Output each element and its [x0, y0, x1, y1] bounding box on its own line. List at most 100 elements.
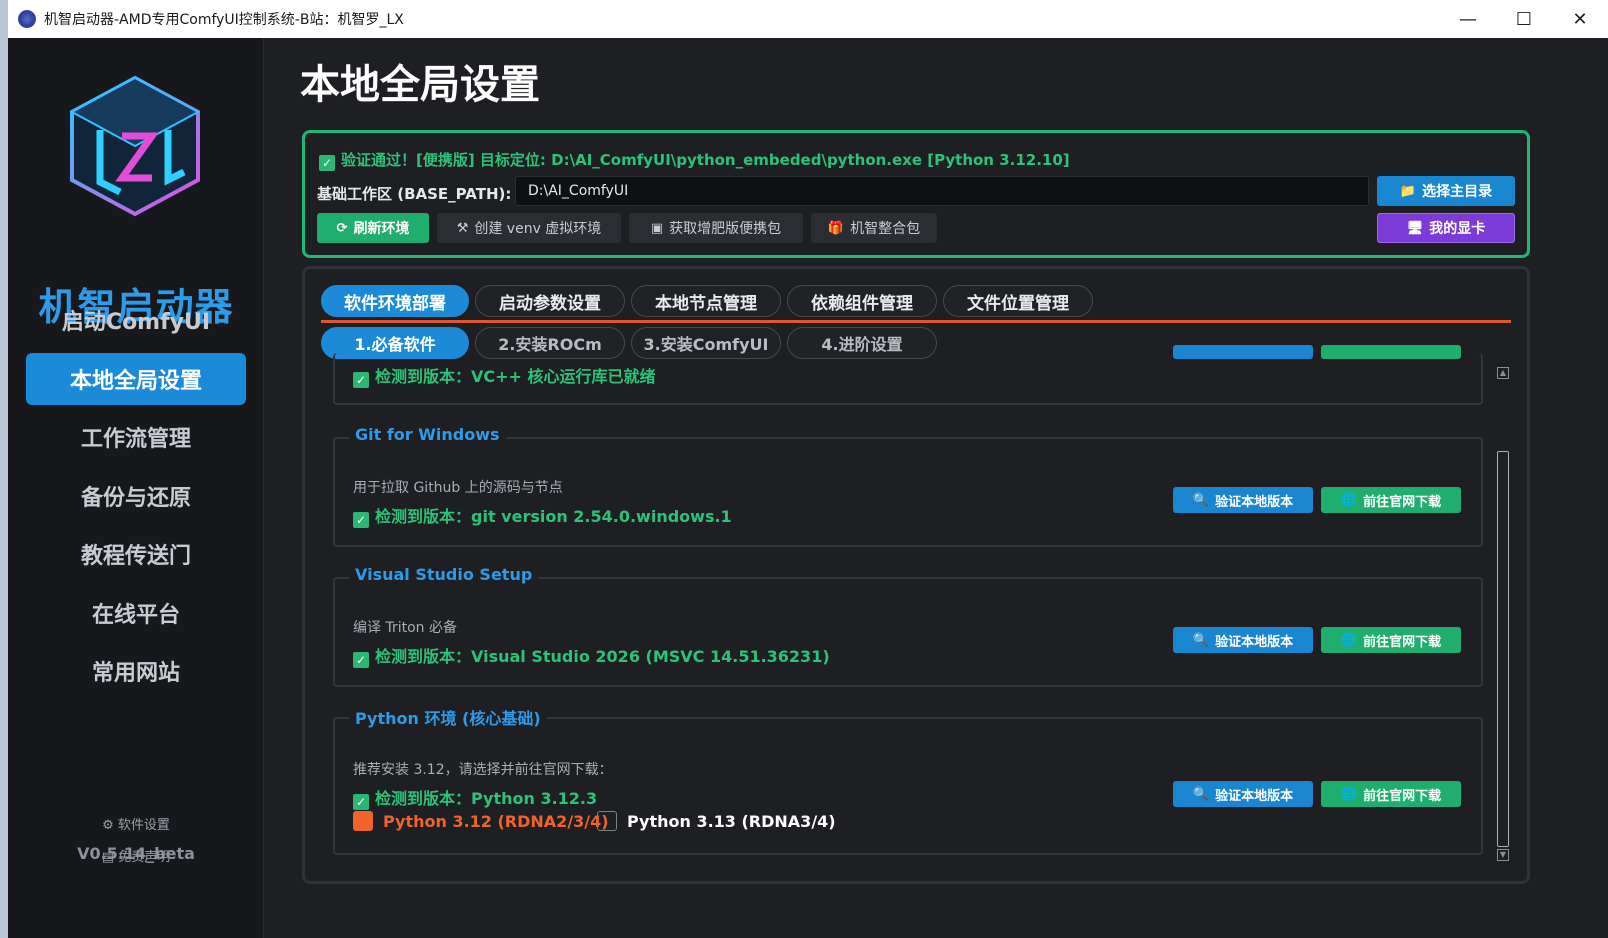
app-version: V0.5.14_beta — [77, 844, 195, 863]
vcpp-group: ✓ 检测到版本：VC++ 核心运行库已就绪 — [333, 345, 1483, 405]
close-button[interactable]: ✕ — [1552, 0, 1608, 38]
tab-underline — [321, 320, 1511, 323]
git-verify-label: 验证本地版本 — [1215, 494, 1294, 510]
get-portable-package-label: 获取增肥版便携包 — [669, 221, 782, 237]
software-settings-link[interactable]: ⚙ 软件设置 — [8, 814, 264, 833]
tab-file-location-management[interactable]: 文件位置管理 — [943, 285, 1093, 317]
scroll-down-icon[interactable]: ▼ — [1497, 849, 1509, 861]
vs-download-label: 前往官网下载 — [1363, 634, 1442, 650]
window-title: 机智启动器-AMD专用ComfyUI控制系统-B站：机智罗_LX — [44, 12, 404, 28]
git-verify-button[interactable]: 🔍 验证本地版本 — [1173, 487, 1313, 513]
folder-icon: 📁 — [1399, 183, 1417, 199]
base-path-input[interactable]: D:\AI_ComfyUI — [515, 176, 1369, 206]
vs-group: Visual Studio Setup 编译 Triton 必备 ✓ 检测到版本：… — [333, 565, 1483, 687]
check-icon: ✓ — [353, 794, 369, 810]
python-312-option[interactable]: Python 3.12 (RDNA2/3/4) — [353, 811, 609, 831]
scroll-up-icon[interactable]: ▲ — [1497, 367, 1509, 379]
git-description: 用于拉取 Github 上的源码与节点 — [353, 480, 563, 496]
base-path-label: 基础工作区 (BASE_PATH): — [317, 185, 512, 203]
tab-launch-parameters[interactable]: 启动参数设置 — [475, 285, 625, 317]
python-verify-label: 验证本地版本 — [1215, 788, 1294, 804]
python-313-checkbox[interactable] — [597, 811, 617, 831]
maximize-button[interactable]: ☐ — [1496, 0, 1552, 38]
verify-status-text: 验证通过！[便携版] 目标定位: D:\AI_ComfyUI\python_em… — [341, 151, 1070, 169]
git-download-button[interactable]: 🌐 前往官网下载 — [1321, 487, 1461, 513]
git-download-label: 前往官网下载 — [1363, 494, 1442, 510]
git-group: Git for Windows 用于拉取 Github 上的源码与节点 ✓ 检测到… — [333, 425, 1483, 547]
python-313-option[interactable]: Python 3.13 (RDNA3/4) — [597, 811, 836, 831]
vs-verify-label: 验证本地版本 — [1215, 634, 1294, 650]
check-icon: ✓ — [319, 155, 335, 171]
package-icon: ▣ — [650, 220, 664, 236]
tools-icon: ⚒ — [456, 220, 469, 236]
nav-common-websites[interactable]: 常用网站 — [26, 645, 246, 697]
nav-tutorial-portal[interactable]: 教程传送门 — [26, 528, 246, 580]
integration-package-label: 机智整合包 — [850, 221, 921, 237]
vcpp-download-button[interactable] — [1321, 345, 1461, 359]
python-312-label: Python 3.12 (RDNA2/3/4) — [383, 812, 609, 831]
python-312-checkbox[interactable] — [353, 811, 373, 831]
settings-panel: 软件环境部署 启动参数设置 本地节点管理 依赖组件管理 文件位置管理 1.必备软… — [302, 266, 1530, 884]
python-group: Python 环境 (核心基础) 推荐安装 3.12，请选择并前往官网下载： ✓… — [333, 705, 1483, 855]
tab-dependency-management[interactable]: 依赖组件管理 — [787, 285, 937, 317]
check-icon: ✓ — [353, 512, 369, 528]
nav-backup-restore[interactable]: 备份与还原 — [26, 470, 246, 522]
vs-group-title: Visual Studio Setup — [349, 565, 539, 584]
verify-status: ✓ 验证通过！[便携版] 目标定位: D:\AI_ComfyUI\python_e… — [319, 149, 1070, 171]
nav-local-global-settings[interactable]: 本地全局设置 — [26, 353, 246, 405]
check-icon: ✓ — [353, 652, 369, 668]
vs-description: 编译 Triton 必备 — [353, 620, 457, 636]
app-window: 机智启动器-AMD专用ComfyUI控制系统-B站：机智罗_LX — ☐ ✕ 机… — [8, 0, 1608, 938]
sidebar: 机智启动器 启动ComfyUI 本地全局设置 工作流管理 备份与还原 教程传送门… — [8, 38, 264, 938]
vcpp-detected-text: 检测到版本：VC++ 核心运行库已就绪 — [375, 367, 656, 386]
my-gpu-label: 我的显卡 — [1429, 221, 1486, 237]
python-verify-button[interactable]: 🔍 验证本地版本 — [1173, 781, 1313, 807]
nav-online-platform[interactable]: 在线平台 — [26, 587, 246, 639]
git-detected: ✓ 检测到版本：git version 2.54.0.windows.1 — [353, 503, 732, 528]
get-portable-package-button[interactable]: ▣ 获取增肥版便携包 — [629, 213, 803, 243]
gift-icon: 🎁 — [827, 220, 845, 236]
vcpp-verify-button[interactable] — [1173, 345, 1313, 359]
python-detected-text: 检测到版本：Python 3.12.3 — [375, 789, 598, 808]
git-group-title: Git for Windows — [349, 425, 506, 444]
python-description: 推荐安装 3.12，请选择并前往官网下载： — [353, 762, 613, 778]
nav-workflow-management[interactable]: 工作流管理 — [26, 411, 246, 463]
refresh-icon: ⟳ — [336, 220, 348, 236]
scroll-thumb[interactable] — [1497, 451, 1509, 847]
software-settings-label: 软件设置 — [117, 818, 170, 833]
globe-icon: 🌐 — [1340, 632, 1358, 648]
git-detected-text: 检测到版本：git version 2.54.0.windows.1 — [375, 507, 732, 526]
create-venv-button[interactable]: ⚒ 创建 venv 虚拟环境 — [437, 213, 621, 243]
gear-icon: ⚙ — [102, 818, 114, 833]
tab-software-environment[interactable]: 软件环境部署 — [321, 285, 469, 317]
integration-package-button[interactable]: 🎁 机智整合包 — [811, 213, 937, 243]
python-detected: ✓ 检测到版本：Python 3.12.3 — [353, 785, 597, 810]
vs-verify-button[interactable]: 🔍 验证本地版本 — [1173, 627, 1313, 653]
refresh-environment-button[interactable]: ⟳ 刷新环境 — [317, 213, 429, 243]
create-venv-label: 创建 venv 虚拟环境 — [474, 221, 602, 237]
monitor-icon: 🖥 — [1406, 220, 1424, 236]
vs-detected: ✓ 检测到版本：Visual Studio 2026 (MSVC 14.51.36… — [353, 643, 830, 668]
scrollbar[interactable]: ▲ ▼ — [1495, 359, 1511, 867]
search-icon: 🔍 — [1192, 632, 1210, 648]
title-bar: 机智启动器-AMD专用ComfyUI控制系统-B站：机智罗_LX — ☐ ✕ — [8, 0, 1608, 38]
python-313-label: Python 3.13 (RDNA3/4) — [627, 812, 836, 831]
vs-detected-text: 检测到版本：Visual Studio 2026 (MSVC 14.51.362… — [375, 647, 830, 666]
globe-icon: 🌐 — [1340, 492, 1358, 508]
brand-logo-icon — [69, 75, 201, 217]
refresh-environment-label: 刷新环境 — [353, 221, 410, 237]
my-gpu-button[interactable]: 🖥 我的显卡 — [1377, 213, 1515, 243]
python-download-label: 前往官网下载 — [1363, 788, 1442, 804]
minimize-button[interactable]: — — [1440, 0, 1496, 38]
choose-directory-label: 选择主目录 — [1422, 184, 1493, 200]
tab-local-node-management[interactable]: 本地节点管理 — [631, 285, 781, 317]
globe-icon: 🌐 — [1340, 786, 1358, 802]
nav-launch-comfyui[interactable]: 启动ComfyUI — [26, 294, 246, 346]
choose-directory-button[interactable]: 📁 选择主目录 — [1377, 176, 1515, 206]
search-icon: 🔍 — [1192, 492, 1210, 508]
environment-status-box: ✓ 验证通过！[便携版] 目标定位: D:\AI_ComfyUI\python_e… — [302, 130, 1530, 258]
app-icon — [18, 10, 36, 28]
search-icon: 🔍 — [1192, 786, 1210, 802]
vs-download-button[interactable]: 🌐 前往官网下载 — [1321, 627, 1461, 653]
python-download-button[interactable]: 🌐 前往官网下载 — [1321, 781, 1461, 807]
